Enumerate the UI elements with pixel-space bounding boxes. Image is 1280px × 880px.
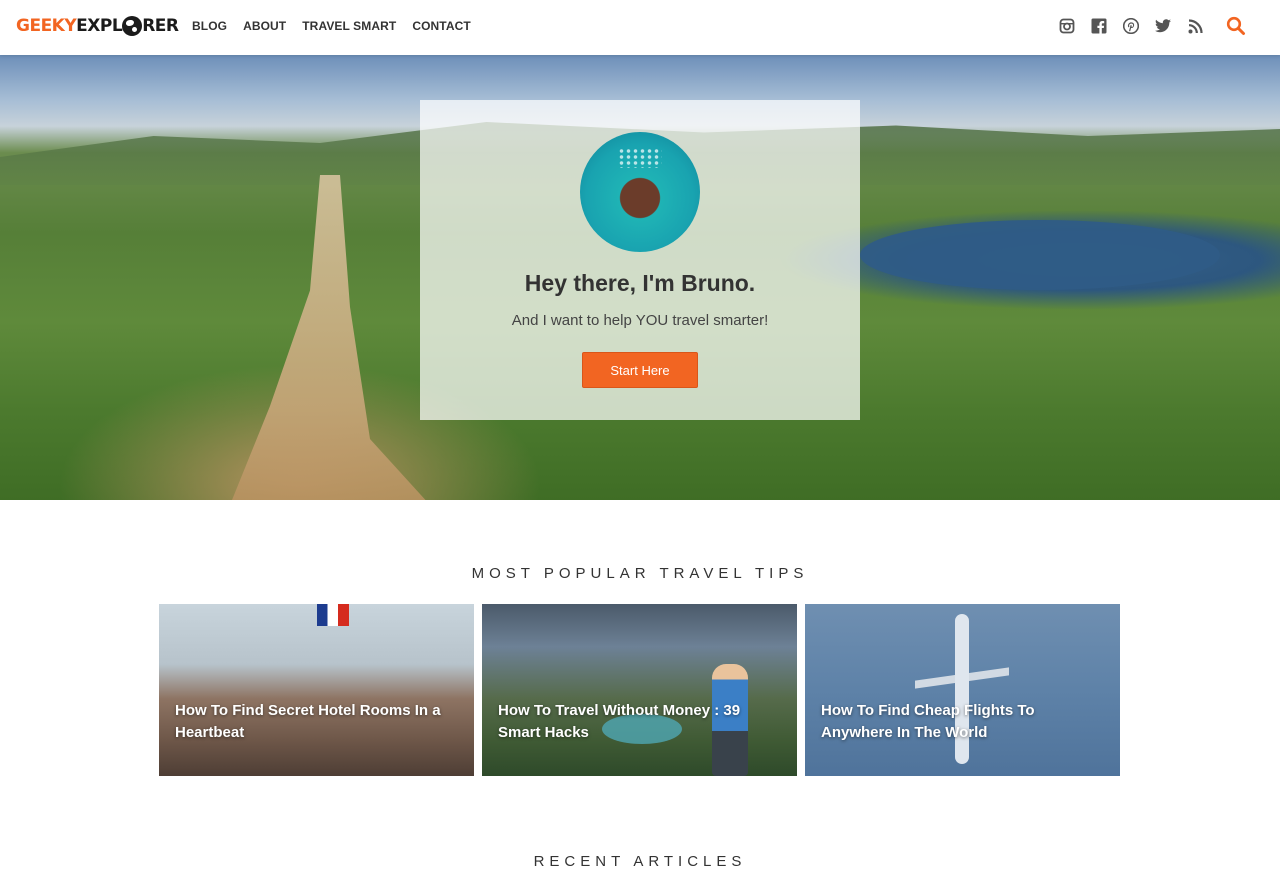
instagram-icon[interactable]: [1059, 17, 1075, 35]
site-logo[interactable]: GEEKY EXPL RER: [16, 14, 179, 38]
flag-image: [317, 604, 349, 626]
site-header: GEEKY EXPL RER BLOG ABOUT TRAVEL SMART C…: [0, 0, 1280, 55]
pinterest-icon[interactable]: [1123, 17, 1139, 35]
nav-contact[interactable]: CONTACT: [412, 19, 470, 33]
tile-title[interactable]: How To Travel Without Money : 39 Smart H…: [498, 700, 781, 744]
hero-background-lake: [860, 220, 1220, 290]
facebook-icon[interactable]: [1091, 17, 1107, 35]
hero-background-path: [230, 175, 430, 500]
tile-title[interactable]: How To Find Secret Hotel Rooms In a Hear…: [175, 700, 458, 744]
logo-text-expl: EXPL: [76, 16, 123, 36]
rss-icon[interactable]: [1187, 17, 1203, 35]
intro-card: Hey there, I'm Bruno. And I want to help…: [420, 100, 860, 420]
nav-about[interactable]: ABOUT: [243, 19, 286, 33]
popular-tiles: How To Find Secret Hotel Rooms In a Hear…: [159, 604, 1120, 776]
popular-tile-travel-no-money[interactable]: How To Travel Without Money : 39 Smart H…: [482, 604, 797, 776]
nav-blog[interactable]: BLOG: [192, 19, 227, 33]
start-here-button[interactable]: Start Here: [582, 352, 698, 388]
hero-greeting: Hey there, I'm Bruno.: [524, 270, 756, 296]
globe-icon: [122, 16, 143, 36]
main-nav: BLOG ABOUT TRAVEL SMART CONTACT: [192, 19, 471, 33]
logo-text-geeky: GEEKY: [16, 16, 77, 36]
logo-text-rer: RER: [142, 16, 179, 36]
search-icon[interactable]: [1226, 16, 1246, 36]
hero-banner: Hey there, I'm Bruno. And I want to help…: [0, 55, 1280, 500]
avatar: [580, 132, 700, 252]
twitter-icon[interactable]: [1155, 17, 1171, 35]
popular-tile-cheap-flights[interactable]: How To Find Cheap Flights To Anywhere In…: [805, 604, 1120, 776]
recent-section-title: RECENT ARTICLES: [533, 853, 747, 870]
nav-travel-smart[interactable]: TRAVEL SMART: [302, 19, 396, 33]
tile-title[interactable]: How To Find Cheap Flights To Anywhere In…: [821, 700, 1104, 744]
popular-section-title: MOST POPULAR TRAVEL TIPS: [471, 565, 809, 582]
social-links: [1059, 17, 1203, 35]
hero-subtitle: And I want to help YOU travel smarter!: [511, 312, 769, 329]
popular-tile-hotel[interactable]: How To Find Secret Hotel Rooms In a Hear…: [159, 604, 474, 776]
